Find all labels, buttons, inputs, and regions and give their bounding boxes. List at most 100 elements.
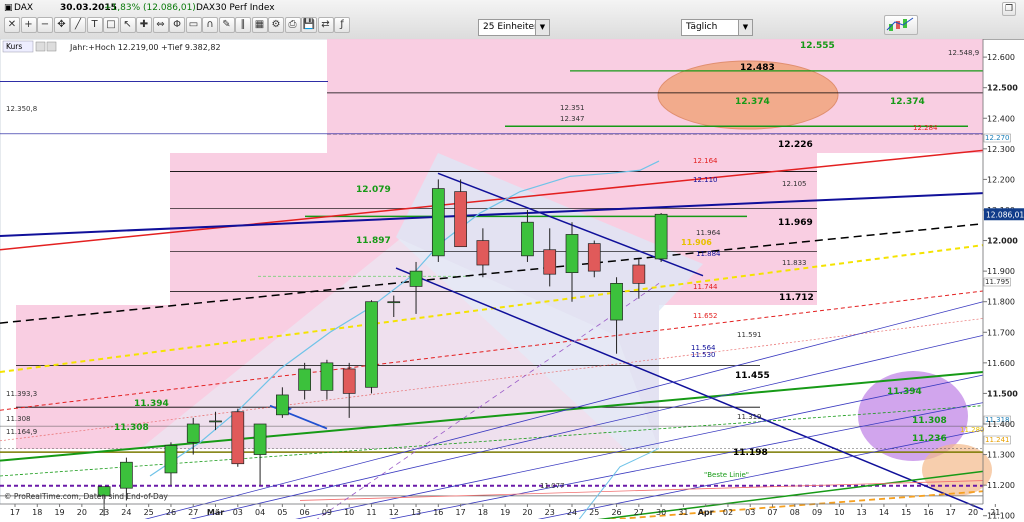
level-label: 12.555 bbox=[800, 41, 835, 51]
current-price-label: 12.086,01 bbox=[986, 210, 1024, 219]
magnet-button[interactable]: ∩ bbox=[202, 17, 218, 33]
draw-line-button[interactable]: ╱ bbox=[70, 17, 86, 33]
level-label: 11.308 bbox=[6, 415, 31, 423]
x-tick-label: 08 bbox=[790, 508, 800, 517]
candle-body bbox=[298, 368, 311, 391]
candle-body bbox=[387, 301, 401, 304]
level-label: 11.394 bbox=[134, 399, 169, 409]
candle-body bbox=[320, 362, 334, 391]
x-tick-label: 17 bbox=[10, 508, 20, 517]
candle-body bbox=[231, 411, 245, 465]
measure-button[interactable]: ⇔ bbox=[152, 17, 169, 33]
channel-button[interactable]: ∥ bbox=[235, 17, 251, 33]
level-label: 11.319 bbox=[737, 413, 762, 421]
y-tick-label: 12.000 bbox=[987, 237, 1018, 246]
grid-icon: ▦ bbox=[254, 19, 265, 30]
x-tick-label: 15 bbox=[901, 508, 911, 517]
instrument-name[interactable]: DAX bbox=[14, 3, 33, 13]
close-icon: ✕ bbox=[7, 19, 17, 30]
fib-button[interactable]: Φ bbox=[169, 17, 185, 33]
level-label: 11.897 bbox=[356, 236, 391, 246]
candle-body bbox=[253, 423, 267, 455]
x-tick-label: 27 bbox=[634, 508, 644, 517]
x-tick-label: 04 bbox=[255, 508, 265, 517]
chart-type-button[interactable] bbox=[884, 15, 918, 35]
candle-body bbox=[454, 191, 467, 248]
level-label: 11.969 bbox=[778, 218, 813, 228]
x-tick-label: 14 bbox=[879, 508, 889, 517]
level-label: 12.105 bbox=[782, 180, 807, 188]
shape-button[interactable]: □ bbox=[103, 17, 119, 33]
save-button[interactable]: 💾 bbox=[301, 17, 317, 33]
level-label: 12.270 bbox=[985, 134, 1010, 142]
compare-icon: ⇄ bbox=[321, 19, 330, 30]
resistance-zone bbox=[327, 39, 983, 153]
x-tick-label: 07 bbox=[767, 508, 777, 517]
close-button[interactable]: ✕ bbox=[4, 17, 20, 33]
units-select-value: 25 Einheiten bbox=[483, 22, 540, 32]
ruler-button[interactable]: ▭ bbox=[185, 17, 202, 33]
level-label: 11.964 bbox=[696, 229, 721, 237]
indicator-icon: ƒ bbox=[340, 19, 344, 30]
x-tick-label: 05 bbox=[277, 508, 287, 517]
x-tick-label: 03 bbox=[233, 508, 243, 517]
y-tick-label: 12.500 bbox=[987, 84, 1018, 93]
candle-body bbox=[342, 368, 356, 394]
level-label: 12.374 bbox=[735, 97, 770, 107]
level-label: 11.712 bbox=[779, 293, 814, 303]
print-icon: ⎙ bbox=[288, 19, 297, 30]
period-select[interactable]: Täglich ▼ bbox=[681, 19, 753, 36]
x-tick-label: 13 bbox=[411, 508, 421, 517]
x-tick-label: Mär bbox=[207, 508, 224, 517]
index-name: DAX30 Perf Index bbox=[196, 3, 275, 13]
x-tick-label: 26 bbox=[611, 508, 621, 517]
cursor-button[interactable]: ↖ bbox=[119, 17, 136, 33]
candle-body bbox=[632, 264, 646, 284]
panel-close-icon bbox=[46, 41, 57, 52]
zoom-in-button[interactable]: + bbox=[20, 17, 37, 33]
zoom-in-icon: + bbox=[24, 19, 33, 30]
candle-body bbox=[120, 461, 133, 489]
instrument-icon: ▣ bbox=[4, 3, 13, 13]
compare-button[interactable]: ⇄ bbox=[317, 17, 334, 33]
candle-body bbox=[610, 283, 623, 321]
chart-area[interactable]: 12.555 12.548,9 12.483 12.374 12.374 12.351 12… bbox=[0, 38, 1024, 522]
pen-button[interactable]: ✎ bbox=[218, 17, 235, 33]
x-tick-label: 03 bbox=[745, 508, 755, 517]
candle-body bbox=[521, 221, 534, 257]
y-tick-label: 11.200 bbox=[987, 481, 1015, 490]
panel-settings-icon bbox=[35, 41, 46, 52]
maximize-icon: ❐ bbox=[1004, 4, 1014, 14]
pan-icon: ✥ bbox=[57, 19, 66, 30]
level-label: 11.393,3 bbox=[6, 390, 37, 398]
x-tick-label: 10 bbox=[344, 508, 354, 517]
level-label: 12.350,8 bbox=[6, 105, 37, 113]
level-label: 11.906 bbox=[681, 238, 712, 247]
candle-body bbox=[164, 445, 178, 474]
x-tick-label: 02 bbox=[723, 508, 733, 517]
x-tick-label: 20 bbox=[77, 508, 87, 517]
y-tick-label: 11.300 bbox=[987, 451, 1015, 460]
indicator-button[interactable]: ƒ bbox=[334, 17, 350, 33]
maximize-button[interactable]: ❐ bbox=[1002, 2, 1016, 16]
x-tick-label: 23 bbox=[545, 508, 555, 517]
x-tick-label: 19 bbox=[500, 508, 510, 517]
level-label: 11.455 bbox=[735, 371, 770, 381]
pan-button[interactable]: ✥ bbox=[53, 17, 70, 33]
level-label: 11.884 bbox=[696, 250, 721, 258]
level-label: 11.833 bbox=[782, 259, 807, 267]
level-label: 12.284 bbox=[913, 124, 938, 132]
text-button[interactable]: T bbox=[86, 17, 103, 33]
crosshair-button[interactable]: ✚ bbox=[136, 17, 152, 33]
grid-button[interactable]: ▦ bbox=[251, 17, 268, 33]
level-label: 11.308 bbox=[912, 416, 947, 426]
x-tick-label: 24 bbox=[121, 508, 131, 517]
settings-button[interactable]: ⚙ bbox=[268, 17, 284, 33]
print-button[interactable]: ⎙ bbox=[284, 17, 301, 33]
price-chart[interactable]: 12.555 12.548,9 12.483 12.374 12.374 12.351 12… bbox=[0, 38, 1024, 522]
y-tick-label: 11.500 bbox=[987, 389, 1018, 398]
x-tick-label: 20 bbox=[968, 508, 978, 517]
units-select[interactable]: 25 Einheiten ▼ bbox=[478, 19, 550, 36]
zoom-out-button[interactable]: − bbox=[37, 17, 53, 33]
shape-icon: □ bbox=[106, 19, 116, 30]
